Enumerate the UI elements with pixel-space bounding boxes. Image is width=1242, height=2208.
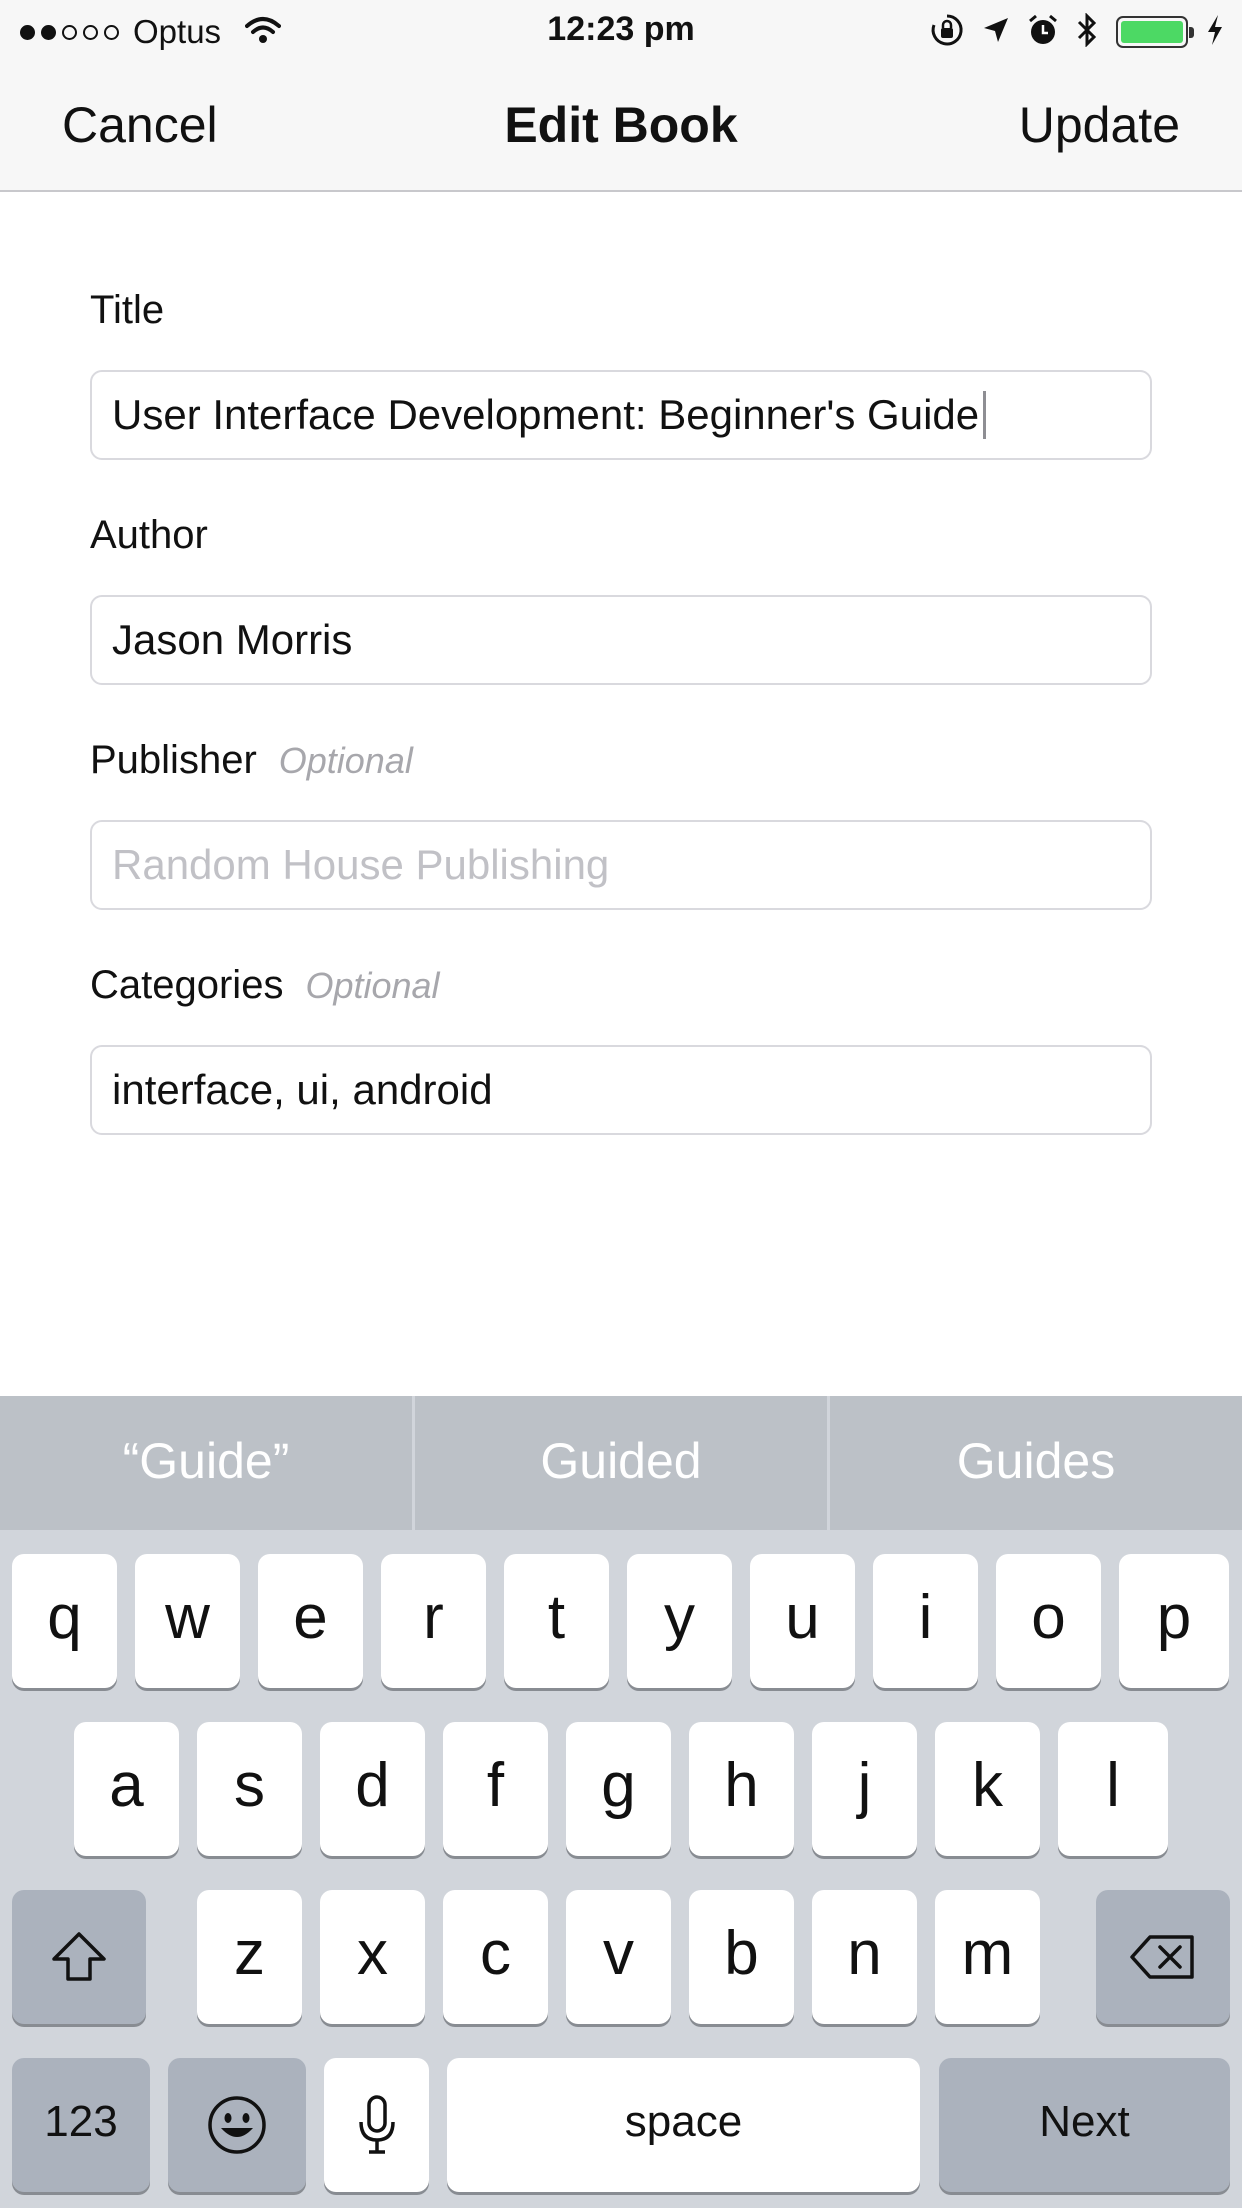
suggestion-bar: “Guide” Guided Guides <box>0 1396 1242 1530</box>
title-label-text: Title <box>90 288 165 332</box>
navigation-bar: Cancel Edit Book Update <box>0 60 1242 192</box>
key-g[interactable]: g <box>566 1722 671 1856</box>
backspace-key[interactable] <box>1096 1890 1230 2024</box>
optional-tag: Optional <box>305 965 440 1006</box>
next-key[interactable]: Next <box>939 2058 1230 2192</box>
categories-label: Categories Optional <box>90 955 1152 1015</box>
key-l[interactable]: l <box>1058 1722 1168 1856</box>
orientation-lock-icon <box>930 13 964 52</box>
text-caret <box>983 390 987 439</box>
emoji-key[interactable] <box>168 2058 306 2192</box>
alarm-icon <box>1028 14 1058 51</box>
title-input-value: User Interface Development: Beginner's G… <box>112 391 980 438</box>
update-button[interactable]: Update <box>1019 96 1180 154</box>
battery-icon <box>1116 16 1194 48</box>
shift-key[interactable] <box>12 1890 146 2024</box>
key-z[interactable]: z <box>197 1890 302 2024</box>
key-o[interactable]: o <box>996 1554 1101 1688</box>
key-p[interactable]: p <box>1119 1554 1229 1688</box>
suggestion-item[interactable]: Guided <box>415 1396 830 1530</box>
author-field-group: Author Jason Morris <box>90 505 1152 685</box>
key-v[interactable]: v <box>566 1890 671 2024</box>
key-b[interactable]: b <box>689 1890 794 2024</box>
key-j[interactable]: j <box>812 1722 917 1856</box>
location-arrow-icon <box>982 16 1010 49</box>
key-r[interactable]: r <box>381 1554 486 1688</box>
key-u[interactable]: u <box>750 1554 855 1688</box>
numbers-key[interactable]: 123 <box>12 2058 150 2192</box>
title-label: Title <box>90 280 1152 340</box>
optional-tag: Optional <box>278 740 413 781</box>
key-w[interactable]: w <box>135 1554 240 1688</box>
keyboard: “Guide” Guided Guides q w e r t y u i o … <box>0 1396 1242 2208</box>
categories-input[interactable]: interface, ui, android <box>90 1045 1152 1135</box>
author-label-text: Author <box>90 513 208 557</box>
suggestion-item[interactable]: Guides <box>830 1396 1242 1530</box>
microphone-key[interactable] <box>324 2058 429 2192</box>
key-y[interactable]: y <box>627 1554 732 1688</box>
key-m[interactable]: m <box>935 1890 1040 2024</box>
key-h[interactable]: h <box>689 1722 794 1856</box>
title-input[interactable]: User Interface Development: Beginner's G… <box>90 370 1152 460</box>
suggestion-item[interactable]: “Guide” <box>0 1396 415 1530</box>
charging-bolt-icon <box>1206 14 1224 51</box>
key-s[interactable]: s <box>197 1722 302 1856</box>
author-input[interactable]: Jason Morris <box>90 595 1152 685</box>
author-label: Author <box>90 505 1152 565</box>
key-k[interactable]: k <box>935 1722 1040 1856</box>
key-c[interactable]: c <box>443 1890 548 2024</box>
key-q[interactable]: q <box>12 1554 117 1688</box>
publisher-label: Publisher Optional <box>90 730 1152 790</box>
key-e[interactable]: e <box>258 1554 363 1688</box>
categories-label-text: Categories <box>90 963 284 1007</box>
space-key[interactable]: space <box>447 2058 920 2192</box>
status-bar: Optus 12:23 pm <box>0 0 1242 60</box>
categories-field-group: Categories Optional interface, ui, androi… <box>90 955 1152 1135</box>
publisher-input[interactable]: Random House Publishing <box>90 820 1152 910</box>
title-field-group: Title User Interface Development: Beginn… <box>90 280 1152 460</box>
publisher-label-text: Publisher <box>90 738 257 782</box>
key-d[interactable]: d <box>320 1722 425 1856</box>
key-f[interactable]: f <box>443 1722 548 1856</box>
status-icons <box>930 11 1224 52</box>
key-t[interactable]: t <box>504 1554 609 1688</box>
publisher-field-group: Publisher Optional Random House Publishin… <box>90 730 1152 910</box>
key-x[interactable]: x <box>320 1890 425 2024</box>
key-i[interactable]: i <box>873 1554 978 1688</box>
bluetooth-icon <box>1076 11 1098 52</box>
key-n[interactable]: n <box>812 1890 917 2024</box>
key-a[interactable]: a <box>74 1722 179 1856</box>
